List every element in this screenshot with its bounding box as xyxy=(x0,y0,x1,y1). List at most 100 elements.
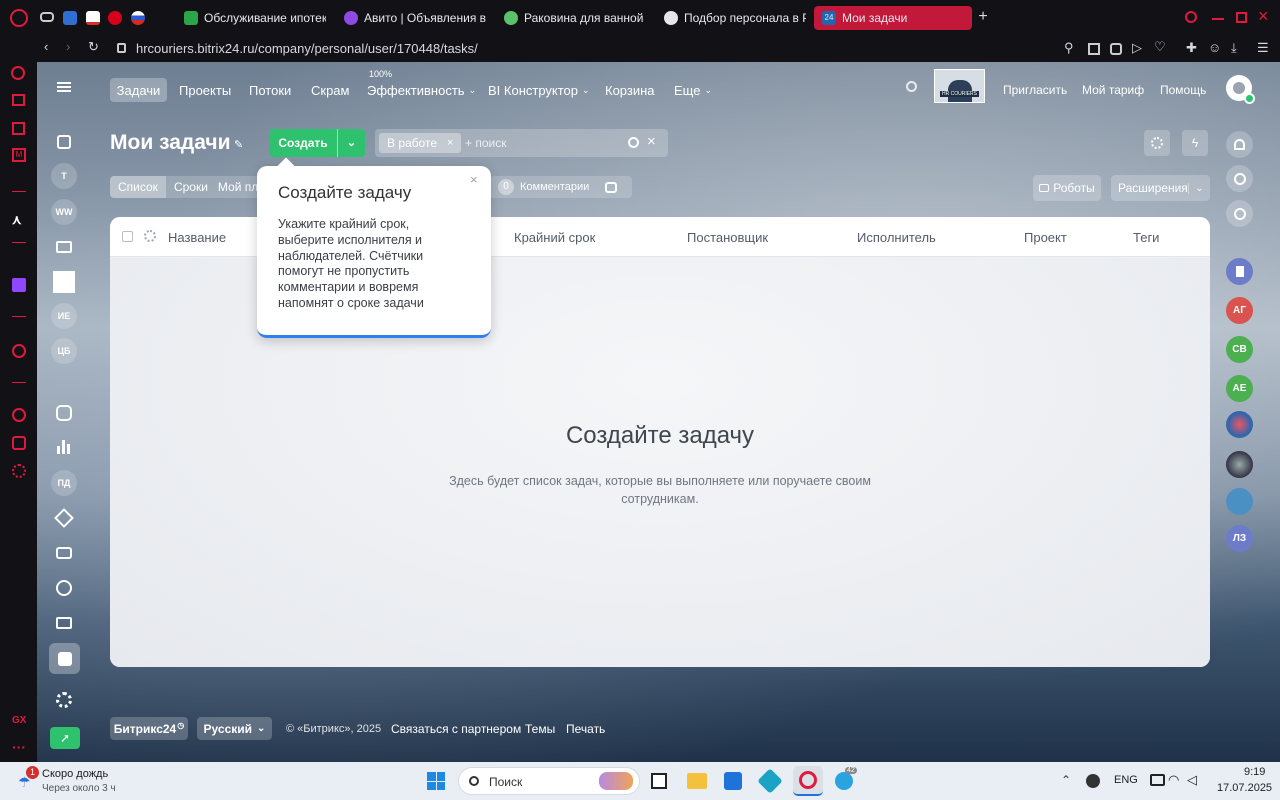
extensions-icon[interactable]: ✚ xyxy=(1186,40,1197,56)
robots-button[interactable]: Роботы xyxy=(1033,175,1101,201)
tray-chevron-icon[interactable]: ⌃ xyxy=(1061,773,1071,787)
pinned-tab-vk[interactable] xyxy=(63,11,77,25)
play-icon[interactable]: ▷ xyxy=(1132,40,1142,56)
search-chat-icon[interactable] xyxy=(1226,200,1253,227)
user-avatar[interactable] xyxy=(1226,75,1255,104)
contact-ae[interactable]: АЕ xyxy=(1226,375,1253,402)
file-explorer-icon[interactable] xyxy=(687,773,707,789)
search-icon[interactable] xyxy=(906,81,917,92)
home-icon[interactable] xyxy=(12,94,25,106)
gx-icon[interactable]: GX xyxy=(12,715,26,726)
clear-search-icon[interactable]: × xyxy=(647,133,656,150)
create-dropdown-icon[interactable]: ⌄ xyxy=(337,129,365,157)
m-icon[interactable]: M xyxy=(12,148,26,162)
column-project[interactable]: Проект xyxy=(1024,230,1067,245)
rocket-button[interactable]: ➚ xyxy=(50,727,80,749)
tab-3[interactable]: Раковина для ванной с п xyxy=(496,6,646,30)
settings-button[interactable] xyxy=(1144,130,1170,156)
tasks-active-icon[interactable] xyxy=(49,643,80,674)
pinned-tab-hh[interactable] xyxy=(108,11,122,25)
twitch-icon[interactable] xyxy=(12,278,26,292)
pinned-tab-rus[interactable] xyxy=(131,11,145,25)
contact-photo-2[interactable] xyxy=(1226,451,1253,478)
tariff-button[interactable]: Мой тариф xyxy=(1082,78,1144,102)
company-logo[interactable]: HR COURIERS xyxy=(934,69,985,103)
nav-scrum[interactable]: Скрам xyxy=(311,78,349,102)
contact-lz[interactable]: ЛЗ xyxy=(1226,525,1253,552)
settings-gear-icon[interactable] xyxy=(56,692,72,708)
column-settings-icon[interactable] xyxy=(144,230,156,242)
puzzle-icon[interactable] xyxy=(12,436,26,450)
pin-title-icon[interactable]: ✎ xyxy=(234,138,243,151)
popup-close-icon[interactable]: × xyxy=(470,172,478,187)
copilot-icon[interactable] xyxy=(1226,165,1253,192)
sidebar-avatar-ww[interactable]: WW xyxy=(51,199,77,225)
contact-ag[interactable]: АГ xyxy=(1226,297,1253,324)
create-button[interactable]: Создать ⌄ xyxy=(269,129,365,157)
heart-icon[interactable]: ♡ xyxy=(1154,39,1166,55)
robot-icon[interactable] xyxy=(56,547,72,559)
lightning-button[interactable]: ϟ xyxy=(1182,130,1208,156)
nav-bi[interactable]: BI Конструктор ⌄ xyxy=(488,78,590,102)
opera-taskbar-icon[interactable] xyxy=(793,766,823,796)
menu-icon[interactable]: ☰ xyxy=(1257,40,1269,56)
sidebar-avatar-pd[interactable]: ПД xyxy=(51,470,77,496)
notifications-icon[interactable] xyxy=(1226,131,1253,158)
url-text[interactable]: hrcouriers.bitrix24.ru/company/personal/… xyxy=(136,41,478,56)
tab-1[interactable]: Обслуживание ипотеки xyxy=(176,6,326,30)
start-button[interactable] xyxy=(427,772,445,790)
store-icon[interactable] xyxy=(724,772,742,790)
puzzle-feature-icon[interactable] xyxy=(57,135,71,149)
back-icon[interactable]: ‹ xyxy=(44,39,48,54)
contact-photo-3[interactable] xyxy=(1226,488,1253,515)
player-icon[interactable] xyxy=(12,344,26,358)
nav-tasks[interactable]: Задачи xyxy=(110,78,167,102)
help-button[interactable]: Помощь xyxy=(1160,78,1206,102)
invite-button[interactable]: Пригласить xyxy=(1003,78,1067,102)
tray-app-icon[interactable] xyxy=(1086,774,1100,788)
hexagon-icon[interactable] xyxy=(56,580,72,596)
tab-4[interactable]: Подбор персонала в Рос xyxy=(656,6,806,30)
speed-dial-icon[interactable] xyxy=(11,66,25,80)
tray-time[interactable]: 9:19 xyxy=(1244,766,1265,778)
pin-icon[interactable]: ⚲ xyxy=(1064,40,1074,56)
sidebar-avatar-ie[interactable]: ИЕ xyxy=(51,303,77,329)
tray-volume-icon[interactable]: ◁ xyxy=(1187,772,1197,788)
forward-icon[interactable]: › xyxy=(66,39,70,54)
monitor-icon[interactable] xyxy=(56,241,72,253)
column-name[interactable]: Название xyxy=(168,230,226,245)
remove-filter-icon[interactable]: × xyxy=(447,137,453,149)
chat-icon[interactable] xyxy=(56,405,72,421)
tray-lang[interactable]: ENG xyxy=(1114,774,1138,786)
view-deadlines[interactable]: Сроки xyxy=(166,180,216,194)
column-deadline[interactable]: Крайний срок xyxy=(514,230,595,245)
taskbar-search[interactable]: Поиск xyxy=(458,767,640,795)
view-my-plan[interactable]: Мой пла xyxy=(216,180,260,194)
footer-brand-button[interactable]: Битрикс24 ◷ xyxy=(110,717,188,740)
tab-active[interactable]: 24 Мои задачи xyxy=(814,6,972,30)
weather-widget[interactable]: ☂ 1 Скоро дождь Через около 3 ч xyxy=(16,766,156,796)
select-all-checkbox[interactable] xyxy=(122,231,133,242)
footer-print-link[interactable]: Печать xyxy=(566,722,605,736)
task-view-icon[interactable] xyxy=(651,773,667,789)
footer-themes-link[interactable]: Темы xyxy=(525,722,555,736)
tray-wifi-icon[interactable]: ◠ xyxy=(1168,772,1179,788)
filter-search-box[interactable]: В работе × + поиск × xyxy=(375,129,668,157)
snapshot-icon[interactable] xyxy=(1088,43,1100,55)
card-icon[interactable] xyxy=(56,617,72,629)
sidebar-avatar-cb[interactable]: ЦБ xyxy=(51,338,77,364)
filter-search-icon[interactable] xyxy=(628,137,639,148)
tray-date[interactable]: 17.07.2025 xyxy=(1217,782,1272,794)
nav-more[interactable]: Еще ⌄ xyxy=(674,78,712,102)
nav-projects[interactable]: Проекты xyxy=(179,78,231,102)
contact-sv[interactable]: СВ xyxy=(1226,336,1253,363)
column-creator[interactable]: Постановщик xyxy=(687,230,768,245)
profile-icon[interactable]: ☺ xyxy=(1208,40,1221,55)
close-window-button[interactable]: × xyxy=(1258,6,1269,27)
download-icon[interactable]: ⤓ xyxy=(1231,40,1237,56)
history-icon[interactable] xyxy=(12,408,26,422)
arrow-app-icon[interactable]: ⋏ xyxy=(12,212,22,228)
search-tabs-icon[interactable] xyxy=(1185,11,1197,23)
tray-monitor-icon[interactable] xyxy=(1150,774,1165,786)
footer-partner-link[interactable]: Связаться с партнером xyxy=(391,722,521,736)
